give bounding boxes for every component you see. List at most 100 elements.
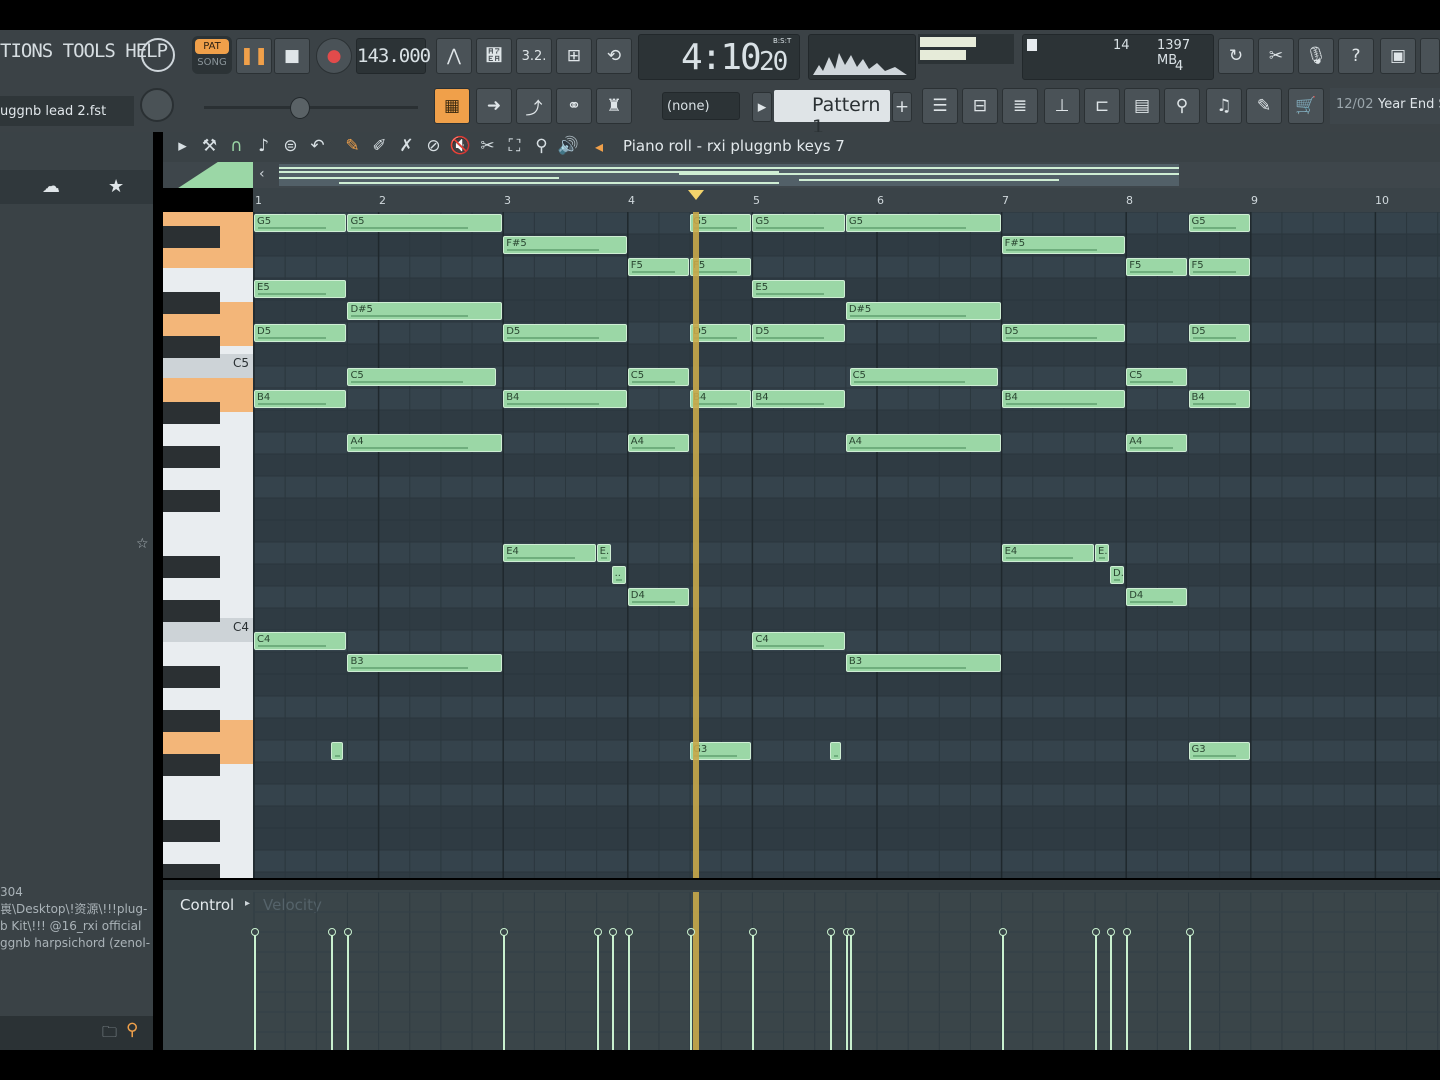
black-key[interactable] <box>163 490 220 512</box>
undo-icon[interactable]: ↻ <box>1218 38 1254 74</box>
playlist-icon[interactable]: ☰ <box>922 88 958 124</box>
microphone-icon[interactable]: 🎙 <box>1298 38 1334 74</box>
save-icon[interactable]: ▣ <box>1380 38 1416 74</box>
playhead-marker[interactable] <box>688 190 705 200</box>
note-B3[interactable]: B3 <box>845 654 1001 672</box>
plugin-icon[interactable]: ⚲ <box>1164 88 1200 124</box>
pattern-prev-arrow[interactable]: ▸ <box>752 92 772 122</box>
record-button[interactable]: ● <box>316 38 352 74</box>
note-A4[interactable]: A4 <box>347 434 503 452</box>
channel-knob[interactable] <box>140 88 174 122</box>
piano-roll-icon[interactable]: ⊟ <box>962 88 998 124</box>
slide-icon[interactable]: ⤴ <box>516 88 552 124</box>
velocity-stem[interactable] <box>624 928 633 1050</box>
note-F#5[interactable]: F#5 <box>503 236 627 254</box>
note-B4[interactable]: B4 <box>1188 390 1250 408</box>
song-time-display[interactable]: 4:10 20 B:S:T <box>638 34 800 80</box>
star-icon[interactable]: ★ <box>108 176 124 197</box>
velocity-stem[interactable] <box>826 928 835 1050</box>
note-D#5[interactable]: D#5 <box>845 302 1001 320</box>
note-grid[interactable]: G5G5G5G5G5G5F#5F#5F5F5F5F5E5E5D#5D#5D5D5… <box>253 212 1440 878</box>
velocity-stem[interactable] <box>344 928 353 1050</box>
pattern-overview[interactable]: ‹ <box>163 162 1440 188</box>
note-G5[interactable]: G5 <box>752 214 845 232</box>
black-key[interactable] <box>163 864 220 878</box>
speaker-icon[interactable]: 🔊 <box>555 136 582 156</box>
browser-search-bar[interactable]: 🗀 ⚲ <box>0 1016 153 1050</box>
note-short[interactable] <box>331 742 343 760</box>
velocity-stem[interactable] <box>1092 928 1101 1050</box>
note-D#5[interactable]: D#5 <box>347 302 503 320</box>
metronome-button[interactable]: ⋀ <box>436 38 472 74</box>
pause-button[interactable]: ❚❚ <box>236 38 272 74</box>
velocity-stem[interactable] <box>842 928 851 1050</box>
velocity-stem[interactable] <box>749 928 758 1050</box>
velocity-stem[interactable] <box>500 928 509 1050</box>
note-D.[interactable]: D. <box>1110 566 1124 584</box>
channel-preset-field[interactable]: uggnb lead 2.fst <box>0 96 134 126</box>
note-C5[interactable]: C5 <box>347 368 496 386</box>
note-G5[interactable]: G5 <box>347 214 503 232</box>
delete-tool-icon[interactable]: ✗ <box>393 136 420 156</box>
snap-selector[interactable]: (none) <box>662 92 740 120</box>
mixer-icon[interactable]: ⊥ <box>1044 88 1080 124</box>
zoom-icon[interactable]: ⚲ <box>528 136 555 156</box>
black-key[interactable] <box>163 600 220 622</box>
note-B4[interactable]: B4 <box>254 390 347 408</box>
loop-record-button[interactable]: ⟲ <box>596 38 632 74</box>
shop-cart-icon[interactable]: 🛒 <box>1288 88 1324 124</box>
velocity-stem[interactable] <box>687 928 696 1050</box>
note-A4[interactable]: A4 <box>845 434 1001 452</box>
note-E5[interactable]: E5 <box>752 280 845 298</box>
master-volume-knob[interactable] <box>141 38 175 72</box>
lane-divider[interactable] <box>163 880 1440 890</box>
playback-speaker-icon[interactable]: ◂ <box>595 137 603 156</box>
arrow-icon[interactable]: ➜ <box>476 88 512 124</box>
black-key[interactable] <box>163 292 220 314</box>
note-C5[interactable]: C5 <box>1126 368 1188 386</box>
sync-icon[interactable]: ⊜ <box>277 136 304 156</box>
scroll-left-icon[interactable]: ‹ <box>259 166 265 182</box>
step-edit-button[interactable]: ⊞ <box>556 38 592 74</box>
note-F5[interactable]: F5 <box>627 258 690 276</box>
note-G5[interactable]: G5 <box>254 214 347 232</box>
velocity-stem[interactable] <box>846 928 855 1050</box>
menu-arrow-icon[interactable]: ▸ <box>169 136 196 156</box>
folder-icon[interactable]: 🗀 <box>102 1022 117 1047</box>
black-key[interactable] <box>163 666 220 688</box>
help-icon[interactable]: ? <box>1338 38 1374 74</box>
note-E.[interactable]: E. <box>596 544 611 562</box>
favorite-star-icon[interactable]: ☆ <box>136 536 149 552</box>
cloud-icon[interactable]: ☁ <box>42 176 60 197</box>
note-E4[interactable]: E4 <box>503 544 596 562</box>
feedback-icon[interactable]: ✎ <box>1246 88 1282 124</box>
control-arrow-icon[interactable]: ▸ <box>245 898 250 909</box>
note-G5[interactable]: G5 <box>845 214 1001 232</box>
pat-song-toggle[interactable]: PAT SONG <box>192 36 232 74</box>
note-G3[interactable]: G3 <box>1188 742 1250 760</box>
add-pattern-button[interactable]: + <box>892 92 912 122</box>
note-..[interactable]: .. <box>611 566 626 584</box>
note-E.[interactable]: E. <box>1095 544 1109 562</box>
overflow-icon[interactable] <box>1420 38 1440 74</box>
note-D5[interactable]: D5 <box>254 324 347 342</box>
note-B4[interactable]: B4 <box>503 390 627 408</box>
note-A4[interactable]: A4 <box>1126 434 1188 452</box>
note-C4[interactable]: C4 <box>752 632 845 650</box>
slice-icon[interactable]: ✂ <box>474 136 501 156</box>
time-ruler[interactable]: 1 2 3 4 5 6 7 8 9 10 <box>253 188 1440 212</box>
piano-keyboard[interactable]: C5 C4 <box>163 212 253 878</box>
pencil-icon[interactable]: ✎ <box>339 136 366 156</box>
mute-tool-icon[interactable]: ⊘ <box>420 136 447 156</box>
countdown-button[interactable]: 3.2. <box>516 38 552 74</box>
master-pitch-slider[interactable] <box>204 97 418 119</box>
note-C5[interactable]: C5 <box>849 368 999 386</box>
note-D5[interactable]: D5 <box>503 324 627 342</box>
note-C4[interactable]: C4 <box>254 632 347 650</box>
black-key[interactable] <box>163 710 220 732</box>
note-short[interactable] <box>829 742 842 760</box>
black-key[interactable] <box>163 446 220 468</box>
note-icon[interactable]: ♪ <box>250 136 277 156</box>
note-D4[interactable]: D4 <box>627 588 690 606</box>
note-D5[interactable]: D5 <box>1001 324 1126 342</box>
